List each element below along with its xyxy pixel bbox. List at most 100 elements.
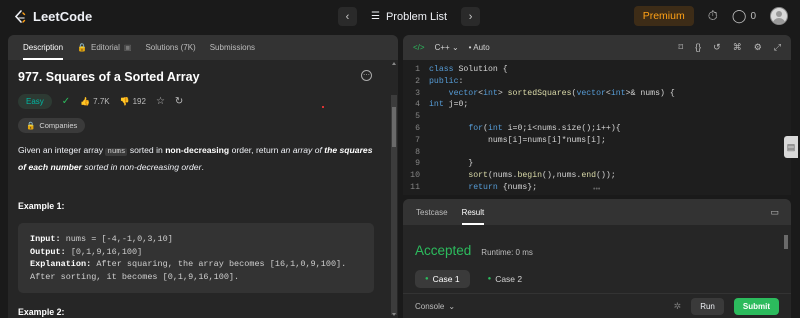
resize-handle[interactable]: ••• (593, 186, 600, 193)
desc-text: order, return (229, 145, 281, 155)
code-line[interactable]: 5 (403, 111, 791, 123)
code-token: (nums. (487, 171, 518, 181)
code-token: int (483, 88, 498, 98)
code-token: end (581, 171, 597, 181)
code-token: int (610, 88, 626, 98)
desc-code: nums (105, 148, 128, 156)
scroll-up-arrow[interactable] (392, 62, 396, 65)
command-icon[interactable]: ⌘ (733, 42, 742, 53)
tab-description[interactable]: Description (16, 35, 70, 60)
next-problem-button[interactable]: › (461, 7, 481, 26)
fullscreen-icon[interactable]: ⤢ (774, 42, 781, 53)
autocomplete-mode[interactable]: • Auto (469, 43, 490, 52)
tab-solutions[interactable]: Solutions (7K) (138, 35, 202, 60)
line-number: 3 (415, 88, 420, 98)
collapse-panel-icon[interactable]: ▭ (770, 207, 779, 218)
reset-icon[interactable]: ↺ (713, 42, 721, 53)
case-tabs: ● Case 1 ● Case 2 (415, 270, 791, 288)
companies-label: Companies (39, 121, 78, 130)
avatar[interactable] (770, 7, 788, 25)
timer-button[interactable]: ⏱ (708, 8, 718, 24)
tab-result[interactable]: Result (455, 199, 492, 225)
notes-icon[interactable]: ▤ (784, 136, 798, 158)
debug-icon[interactable]: ✲ (674, 301, 682, 312)
code-line[interactable]: 10 sort (nums. begin (),nums. end ()); (403, 170, 791, 182)
input-label: Input: (30, 234, 61, 244)
more-options-icon[interactable]: ⋯ (361, 70, 372, 81)
bottom-actions: ✲ Run Submit (674, 297, 779, 315)
code-token: vector (576, 88, 606, 98)
code-line[interactable]: 2 public: (403, 76, 791, 88)
header-right: Premium ⏱ ◯ 0 (633, 6, 788, 26)
tab-label: Solutions (7K) (145, 43, 196, 52)
output-value: [0,1,9,16,100] (65, 246, 143, 257)
problem-description: Given an integer array nums sorted in no… (18, 143, 378, 175)
line-number: 8 (415, 147, 420, 157)
tab-testcase[interactable]: Testcase (409, 199, 455, 225)
tab-label: Description (23, 43, 64, 52)
case-1-tab[interactable]: ● Case 1 (415, 270, 470, 288)
desc-italic: an array of (280, 145, 325, 155)
console-label: Console (415, 301, 445, 311)
console-toggle[interactable]: Console ⌄ (415, 302, 455, 311)
code-token: nums[i]=nums[i]*nums[i]; (429, 135, 606, 145)
star-icon[interactable]: ☆ (156, 96, 165, 107)
difficulty-badge: Easy (18, 94, 52, 109)
dislike-button[interactable]: 👎 192 (120, 97, 146, 106)
problem-list-button[interactable]: ☰ Problem List (365, 11, 453, 23)
pass-dot-icon: ● (487, 276, 492, 282)
language-select[interactable]: C++ ⌄ (435, 43, 459, 52)
run-button[interactable]: Run (691, 297, 724, 315)
list-icon: ☰ (371, 11, 380, 22)
desc-text: . (201, 162, 204, 172)
code-area[interactable]: 1 class Solution {2 public: 3 vector < int > s… (403, 60, 791, 195)
mode-label: Auto (473, 43, 490, 52)
premium-button[interactable]: Premium (633, 6, 694, 26)
code-token: public (429, 76, 459, 86)
code-token: vector (448, 88, 479, 98)
code-line[interactable]: 6 for(int i=0;i<nums.size();i++){ (403, 123, 791, 135)
editor-actions: ⌑ {} ↺ ⌘ ⚙ ⤢ (679, 42, 781, 53)
submit-button[interactable]: Submit (733, 297, 779, 315)
like-button[interactable]: 👍 7.7K (80, 97, 109, 106)
result-tabs: Testcase Result ▭ (403, 199, 791, 225)
problem-title[interactable]: 977. Squares of a Sorted Array (18, 70, 388, 84)
code-token: Solution { (458, 65, 508, 74)
line-number: 6 (415, 123, 420, 133)
problem-content: 977. Squares of a Sorted Array ⋯ Easy ✓ … (8, 60, 398, 318)
share-icon[interactable]: ↻ (175, 96, 183, 107)
prev-problem-button[interactable]: ‹ (338, 7, 357, 26)
code-token: } (429, 159, 474, 169)
scroll-down-arrow[interactable] (392, 313, 396, 316)
code-line[interactable]: 7 nums[i]=nums[i]*nums[i]; (403, 135, 791, 147)
settings-icon[interactable]: ⚙ (754, 42, 762, 53)
tab-submissions[interactable]: Submissions (203, 35, 262, 60)
result-status: Accepted Runtime: 0 ms (415, 243, 791, 258)
cursor-marker (322, 106, 324, 108)
code-line[interactable]: 1 class Solution { (403, 64, 791, 76)
code-token: j=0; (448, 100, 469, 110)
code-line[interactable]: 3 vector < int > sortedSquares(vector < int >&… (403, 88, 791, 100)
result-scrollbar[interactable] (783, 229, 789, 289)
streak-button[interactable]: ◯ 0 (732, 8, 756, 24)
tab-editorial[interactable]: 🔒 Editorial ▣ (70, 35, 138, 60)
example-1-box: Input: nums = [-4,-1,0,3,10] Output: [0,… (18, 223, 374, 293)
bookmark-icon[interactable]: ⌑ (679, 42, 684, 53)
code-line[interactable]: 12 (403, 194, 791, 196)
scrollbar-thumb[interactable] (392, 107, 396, 147)
logo[interactable]: LeetCode (12, 9, 92, 25)
problem-navigation: ‹ ☰ Problem List › (338, 7, 481, 26)
companies-tag[interactable]: 🔒 Companies (18, 118, 86, 133)
code-line[interactable]: 9 } (403, 158, 791, 170)
braces-icon[interactable]: {} (695, 42, 701, 53)
scrollbar-thumb[interactable] (784, 235, 788, 249)
code-line[interactable]: 8 (403, 147, 791, 159)
code-line[interactable]: 4 int j=0; (403, 99, 791, 111)
description-scrollbar[interactable] (391, 95, 397, 315)
case-2-tab[interactable]: ● Case 2 (478, 270, 533, 288)
line-number: 10 (410, 171, 420, 181)
code-token: begin (517, 171, 543, 181)
line-number: 2 (415, 76, 420, 86)
